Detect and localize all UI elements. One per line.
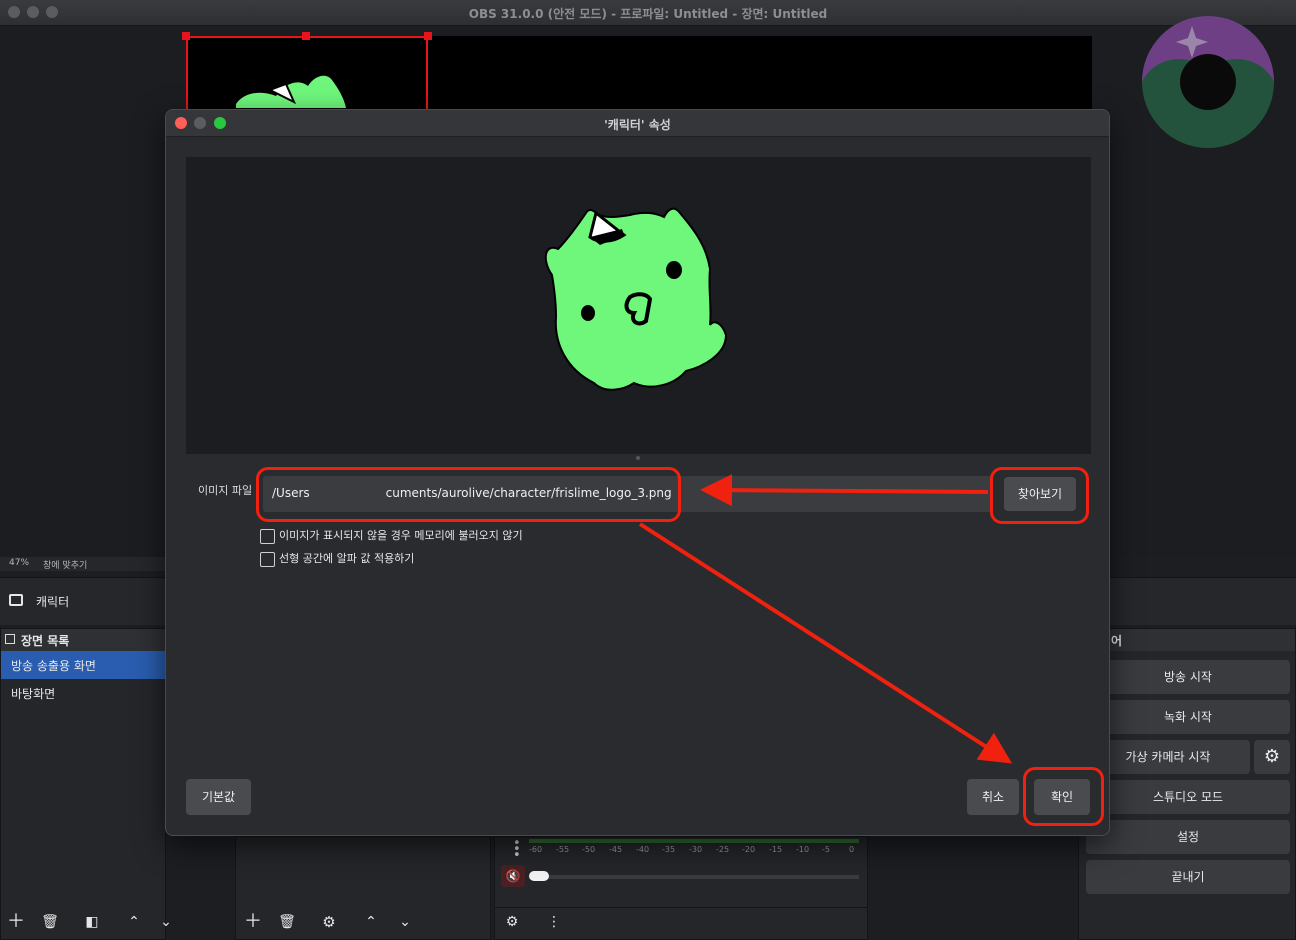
annotation-arrows	[638, 474, 1013, 764]
arrow-to-ok	[638, 522, 1013, 764]
arrow-to-path	[700, 474, 989, 507]
